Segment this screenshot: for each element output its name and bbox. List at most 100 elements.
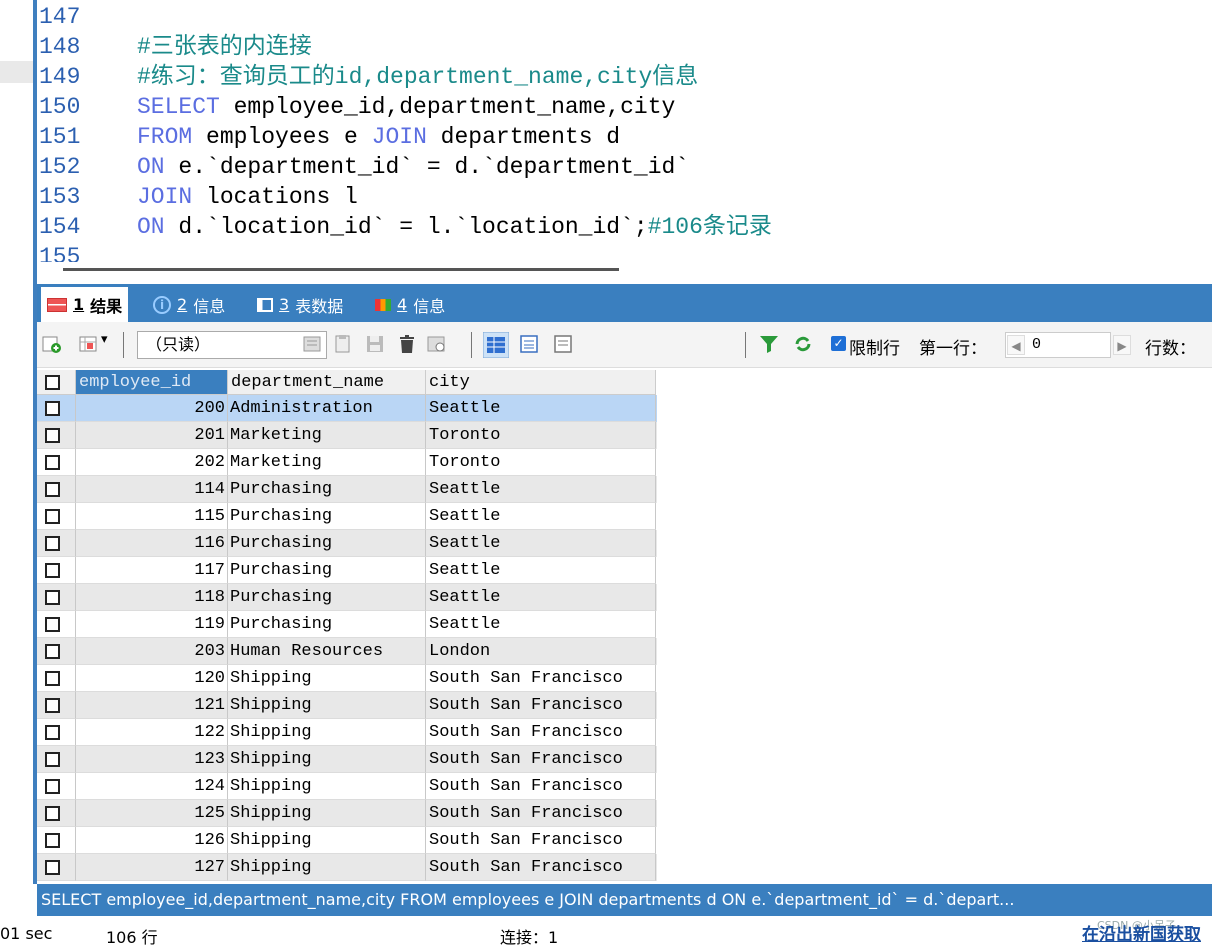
table-row[interactable]: 120 Shipping South San Francisco	[37, 665, 657, 692]
cell-department-name[interactable]: Marketing	[228, 449, 426, 476]
row-checkbox[interactable]	[37, 476, 76, 503]
row-checkbox[interactable]	[37, 611, 76, 638]
grid-view-icon[interactable]	[483, 332, 509, 358]
cell-employee-id[interactable]: 203	[76, 638, 228, 665]
readonly-mode-select[interactable]: （只读） ⌵	[137, 331, 327, 359]
query-editor[interactable]: 147 148 #三张表的内连接 149 #练习：查询员工的id,department_…	[37, 0, 1212, 262]
cell-employee-id[interactable]: 126	[76, 827, 228, 854]
table-row[interactable]: 121 Shipping South San Francisco	[37, 692, 657, 719]
result-grid[interactable]: employee_id department_name city 200 Admi…	[37, 368, 1212, 884]
cell-employee-id[interactable]: 124	[76, 773, 228, 800]
row-checkbox[interactable]	[37, 395, 76, 422]
table-row[interactable]: 202 Marketing Toronto	[37, 449, 657, 476]
cell-city[interactable]: South San Francisco	[426, 746, 656, 773]
limit-rows-checkbox[interactable]: ✓	[831, 336, 846, 351]
table-row[interactable]: 126 Shipping South San Francisco	[37, 827, 657, 854]
prev-page-icon[interactable]: ◀	[1007, 335, 1025, 355]
cell-employee-id[interactable]: 123	[76, 746, 228, 773]
row-checkbox[interactable]	[37, 638, 76, 665]
cell-department-name[interactable]: Marketing	[228, 422, 426, 449]
row-checkbox[interactable]	[37, 827, 76, 854]
table-row[interactable]: 123 Shipping South San Francisco	[37, 746, 657, 773]
cell-city[interactable]: Toronto	[426, 422, 656, 449]
table-row[interactable]: 203 Human Resources London	[37, 638, 657, 665]
row-checkbox[interactable]	[37, 692, 76, 719]
code-line[interactable]: 153 JOIN locations l	[37, 182, 1212, 212]
cell-employee-id[interactable]: 116	[76, 530, 228, 557]
editor-horizontal-scrollbar[interactable]	[63, 268, 619, 271]
cell-employee-id[interactable]: 121	[76, 692, 228, 719]
tab-info[interactable]: 4 信息	[369, 287, 451, 322]
cell-department-name[interactable]: Human Resources	[228, 638, 426, 665]
table-row[interactable]: 114 Purchasing Seattle	[37, 476, 657, 503]
cell-employee-id[interactable]: 119	[76, 611, 228, 638]
table-row[interactable]: 117 Purchasing Seattle	[37, 557, 657, 584]
table-row[interactable]: 201 Marketing Toronto	[37, 422, 657, 449]
cell-department-name[interactable]: Shipping	[228, 854, 426, 881]
cell-department-name[interactable]: Purchasing	[228, 476, 426, 503]
row-checkbox[interactable]	[37, 719, 76, 746]
cell-city[interactable]: South San Francisco	[426, 773, 656, 800]
cell-employee-id[interactable]: 201	[76, 422, 228, 449]
cell-department-name[interactable]: Shipping	[228, 692, 426, 719]
table-row[interactable]: 125 Shipping South San Francisco	[37, 800, 657, 827]
tab-result[interactable]: 1 结果	[41, 287, 129, 322]
refresh-icon[interactable]	[793, 334, 813, 354]
cell-city[interactable]: Seattle	[426, 395, 656, 422]
table-row[interactable]: 127 Shipping South San Francisco	[37, 854, 657, 881]
cell-city[interactable]: Seattle	[426, 503, 656, 530]
table-row[interactable]: 115 Purchasing Seattle	[37, 503, 657, 530]
cell-department-name[interactable]: Shipping	[228, 827, 426, 854]
watermark-link[interactable]: 在沿出新国获取	[1082, 920, 1201, 945]
cell-employee-id[interactable]: 127	[76, 854, 228, 881]
cell-department-name[interactable]: Shipping	[228, 746, 426, 773]
next-page-icon[interactable]: ▶	[1113, 335, 1131, 355]
cell-city[interactable]: South San Francisco	[426, 692, 656, 719]
cell-department-name[interactable]: Administration	[228, 395, 426, 422]
selected-tree-item[interactable]	[0, 61, 36, 83]
row-checkbox[interactable]	[37, 746, 76, 773]
table-row[interactable]: 119 Purchasing Seattle	[37, 611, 657, 638]
cell-city[interactable]: London	[426, 638, 656, 665]
cell-employee-id[interactable]: 125	[76, 800, 228, 827]
cell-city[interactable]: Seattle	[426, 476, 656, 503]
cell-employee-id[interactable]: 202	[76, 449, 228, 476]
filter-icon[interactable]	[759, 334, 779, 354]
trash-icon[interactable]	[397, 334, 417, 354]
select-all-checkbox-header[interactable]	[37, 370, 76, 395]
table-row[interactable]: 116 Purchasing Seattle	[37, 530, 657, 557]
cell-employee-id[interactable]: 118	[76, 584, 228, 611]
cell-city[interactable]: South San Francisco	[426, 854, 656, 881]
tab-messages[interactable]: i 2 信息	[147, 287, 231, 322]
save-icon[interactable]	[365, 334, 385, 354]
cell-department-name[interactable]: Purchasing	[228, 611, 426, 638]
cell-employee-id[interactable]: 200	[76, 395, 228, 422]
cell-department-name[interactable]: Purchasing	[228, 503, 426, 530]
cell-department-name[interactable]: Shipping	[228, 719, 426, 746]
cell-city[interactable]: Seattle	[426, 557, 656, 584]
table-row[interactable]: 124 Shipping South San Francisco	[37, 773, 657, 800]
cell-city[interactable]: South San Francisco	[426, 800, 656, 827]
cell-employee-id[interactable]: 114	[76, 476, 228, 503]
row-checkbox[interactable]	[37, 665, 76, 692]
row-checkbox[interactable]	[37, 800, 76, 827]
cell-city[interactable]: South San Francisco	[426, 665, 656, 692]
cell-city[interactable]: Seattle	[426, 611, 656, 638]
cell-employee-id[interactable]: 115	[76, 503, 228, 530]
cell-city[interactable]: Seattle	[426, 530, 656, 557]
row-checkbox[interactable]	[37, 584, 76, 611]
table-row[interactable]: 200 Administration Seattle	[37, 395, 657, 422]
row-checkbox[interactable]	[37, 422, 76, 449]
row-checkbox[interactable]	[37, 773, 76, 800]
paste-icon[interactable]	[333, 334, 353, 354]
code-line[interactable]: 152 ON e.`department_id` = d.`department_…	[37, 152, 1212, 182]
cell-employee-id[interactable]: 120	[76, 665, 228, 692]
tab-table-data[interactable]: 3 表数据	[251, 287, 349, 322]
row-checkbox[interactable]	[37, 503, 76, 530]
column-header-city[interactable]: city	[426, 370, 656, 395]
column-header-employee-id[interactable]: employee_id	[76, 370, 228, 395]
cell-department-name[interactable]: Purchasing	[228, 530, 426, 557]
copy-row-icon[interactable]	[303, 334, 323, 354]
cell-employee-id[interactable]: 122	[76, 719, 228, 746]
chevron-down-icon[interactable]: ▾	[101, 332, 108, 347]
